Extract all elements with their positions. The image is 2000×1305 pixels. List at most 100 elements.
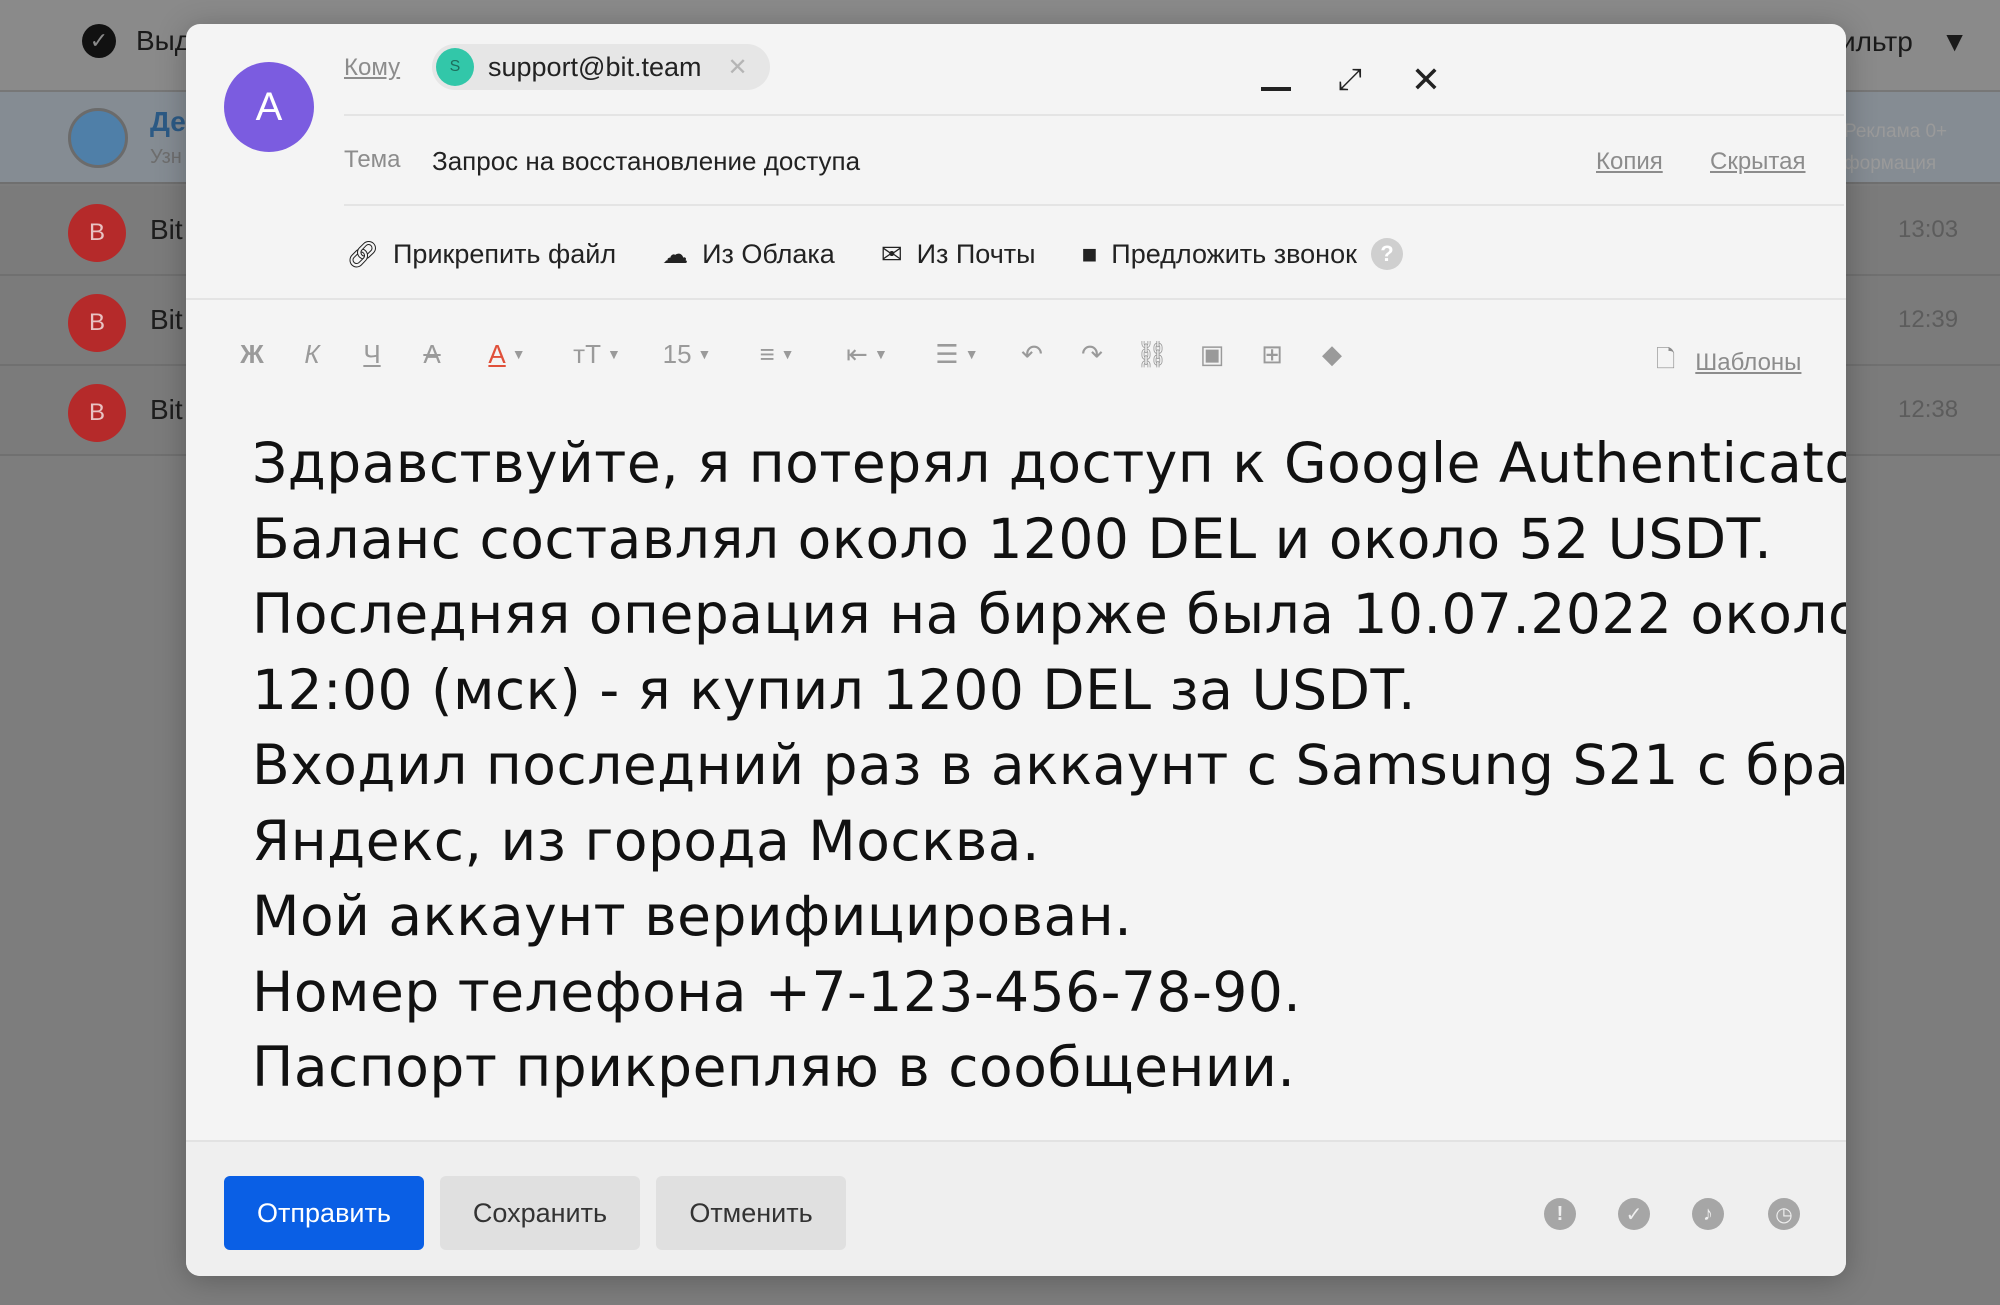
- text-color-button[interactable]: А ▼: [462, 334, 552, 374]
- video-camera-icon: ■: [1081, 238, 1098, 269]
- filter-control[interactable]: ильтр ▼: [1840, 26, 1969, 58]
- image-icon: ▣: [1199, 338, 1225, 369]
- help-icon[interactable]: ?: [1370, 238, 1403, 270]
- eraser-icon: ◆: [1322, 338, 1342, 369]
- templates-icon: 🗋︎: [1656, 346, 1676, 373]
- chevron-down-icon: ▼: [1940, 26, 1969, 57]
- undo-button[interactable]: ↶: [1002, 334, 1062, 374]
- chevron-down-icon: ▼: [697, 346, 712, 362]
- attach-file-button[interactable]: 🔗︎ Прикрепить файл: [346, 239, 616, 270]
- strikethrough-button[interactable]: А: [402, 334, 462, 374]
- minimize-icon: [1261, 87, 1291, 91]
- ad-title: Де: [150, 106, 186, 137]
- attach-file-label: Прикрепить файл: [393, 238, 617, 269]
- from-mail-button[interactable]: ✉ Из Почты: [881, 239, 1036, 270]
- check-icon: ✓: [82, 24, 116, 58]
- align-button[interactable]: ≡ ▼: [732, 334, 822, 374]
- chevron-down-icon: ▼: [873, 346, 888, 362]
- format-toolbar: Ж К Ч А А ▼ тТ ▼ 15 ▼ ≡ ▼ ⇤ ▼ ☰ ▼ ↶ ↷ ⛓: [222, 334, 1362, 374]
- indent-icon: ⇤: [846, 338, 868, 369]
- list-item-sender: Bit: [150, 394, 183, 425]
- ad-disclaimer-line: формация: [1844, 153, 1937, 174]
- cancel-button[interactable]: Отменить: [656, 1176, 846, 1250]
- minimize-button[interactable]: [1254, 58, 1298, 102]
- to-label[interactable]: Кому: [344, 54, 400, 82]
- divider: [344, 204, 1844, 206]
- suggest-call-button[interactable]: ■ Предложить звонок ?: [1082, 238, 1403, 270]
- bold-button[interactable]: Ж: [222, 334, 282, 374]
- message-line: 12:00 (мск) - я купил 1200 DEL за USDT.: [252, 657, 1417, 722]
- subject-input[interactable]: Запрос на восстановление доступа: [432, 146, 860, 177]
- list-button[interactable]: ☰ ▼: [912, 334, 1002, 374]
- close-button[interactable]: ✕: [1404, 58, 1448, 102]
- expand-icon: ⤢: [1338, 63, 1362, 96]
- read-receipt-icon[interactable]: ✓: [1618, 1198, 1650, 1230]
- redo-button[interactable]: ↷: [1062, 334, 1122, 374]
- from-cloud-label: Из Облака: [702, 238, 835, 269]
- compose-footer: Отправить Сохранить Отменить ! ✓ ♪ ◷: [186, 1140, 1846, 1276]
- avatar: B: [68, 204, 126, 262]
- table-icon: ⊞: [1261, 338, 1283, 369]
- list-item-time: 12:39: [1898, 306, 1959, 333]
- save-button[interactable]: Сохранить: [440, 1176, 640, 1250]
- from-cloud-button[interactable]: ☁ Из Облака: [662, 239, 835, 270]
- schedule-clock-icon[interactable]: ◷: [1768, 1198, 1800, 1230]
- message-line: Номер телефона +7-123-456-78-90.: [252, 959, 1302, 1024]
- message-line: Последняя операция на бирже была 10.07.2…: [252, 582, 1846, 646]
- undo-icon: ↶: [1021, 338, 1043, 369]
- align-icon: ≡: [759, 338, 775, 369]
- ad-subtitle: Узн: [150, 146, 182, 168]
- list-item-sender: Bit: [150, 214, 183, 245]
- divider: [186, 298, 1846, 300]
- importance-icon[interactable]: !: [1544, 1198, 1576, 1230]
- recipient-chip[interactable]: S support@bit.team ✕: [432, 44, 770, 90]
- compose-window: A Кому S support@bit.team ✕ ⤢ ✕ Тема Зап…: [186, 24, 1846, 1276]
- avatar: B: [68, 294, 126, 352]
- remove-recipient-icon[interactable]: ✕: [728, 53, 748, 82]
- list-item-time: 12:38: [1898, 396, 1959, 423]
- text-size-icon: тТ: [573, 338, 601, 369]
- avatar: B: [68, 384, 126, 442]
- send-button[interactable]: Отправить: [224, 1176, 424, 1250]
- link-button[interactable]: ⛓: [1122, 334, 1182, 374]
- text-color-icon: А: [488, 338, 506, 369]
- message-line: Баланс составлял около 1200 DEL и около …: [252, 506, 1773, 571]
- message-line: Паспорт прикрепляю в сообщении.: [252, 1035, 1296, 1099]
- close-icon: ✕: [1410, 59, 1442, 100]
- message-line: Яндекс, из города Москва.: [252, 808, 1040, 873]
- recipient-avatar: S: [436, 48, 474, 86]
- recipient-email: support@bit.team: [488, 51, 702, 82]
- cc-link[interactable]: Копия: [1596, 148, 1663, 176]
- insert-image-button[interactable]: ▣: [1182, 334, 1242, 374]
- list-item-time: 13:03: [1898, 216, 1959, 243]
- chevron-down-icon: ▼: [964, 346, 979, 362]
- clear-format-button[interactable]: ◆: [1302, 334, 1362, 374]
- indent-button[interactable]: ⇤ ▼: [822, 334, 912, 374]
- text-size-button[interactable]: тТ ▼: [552, 334, 642, 374]
- chevron-down-icon: ▼: [780, 346, 795, 362]
- templates-button[interactable]: 🗋︎ Шаблоны: [1656, 342, 1801, 383]
- reminder-bell-icon[interactable]: ♪: [1692, 1198, 1724, 1230]
- suggest-call-label: Предложить звонок: [1111, 238, 1357, 269]
- italic-button[interactable]: К: [282, 334, 342, 374]
- paperclip-icon: 🔗︎: [346, 238, 380, 269]
- insert-table-button[interactable]: ⊞: [1242, 334, 1302, 374]
- redo-icon: ↷: [1081, 338, 1103, 369]
- divider: [344, 114, 1844, 116]
- ad-disclaimer: Реклама 0+ формация: [1844, 116, 1947, 180]
- bcc-link[interactable]: Скрытая: [1710, 148, 1806, 176]
- from-mail-label: Из Почты: [916, 238, 1036, 269]
- underline-button[interactable]: Ч: [342, 334, 402, 374]
- list-item-sender: Bit: [150, 304, 183, 335]
- filter-label: ильтр: [1840, 26, 1913, 57]
- message-line: Мой аккаунт верифицирован.: [252, 884, 1133, 948]
- select-all-label: Выд: [136, 25, 192, 56]
- subject-label: Тема: [344, 146, 401, 173]
- sender-avatar[interactable]: A: [224, 62, 314, 152]
- attach-bar: 🔗︎ Прикрепить файл ☁ Из Облака ✉ Из Почт…: [346, 238, 1403, 270]
- select-all-control[interactable]: ✓ Выд: [82, 24, 191, 58]
- font-size-select[interactable]: 15 ▼: [642, 334, 732, 374]
- expand-button[interactable]: ⤢: [1328, 58, 1372, 102]
- message-body[interactable]: Здравствуйте, я потерял доступ к Google …: [252, 426, 1846, 1106]
- chevron-down-icon: ▼: [606, 346, 621, 362]
